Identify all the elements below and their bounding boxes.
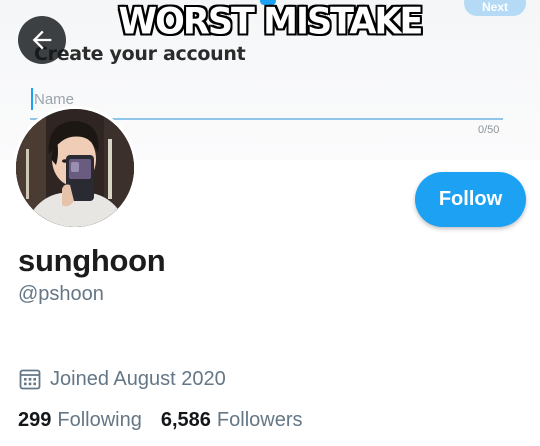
calendar-icon xyxy=(18,367,42,391)
banner-meme-caption: WORST MISTAKE xyxy=(118,1,424,43)
banner-next-button: Next xyxy=(464,0,526,16)
display-name: sunghoon xyxy=(18,243,166,278)
avatar-photo xyxy=(16,109,134,227)
followers-label: Followers xyxy=(216,409,303,431)
followers-count: 6,586 xyxy=(160,409,211,431)
followers-link[interactable]: 6,586 Followers xyxy=(161,409,303,432)
arrow-left-icon xyxy=(32,30,52,50)
user-handle: @pshoon xyxy=(18,283,104,305)
following-label: Following xyxy=(57,409,142,431)
follow-stats: 299 Following 6,586 Followers xyxy=(18,409,303,432)
banner-create-account-title: Create your account xyxy=(34,43,246,65)
banner-text-caret xyxy=(31,88,33,110)
joined-date: Joined August 2020 xyxy=(18,366,226,392)
avatar[interactable] xyxy=(13,106,137,230)
follow-button[interactable]: Follow xyxy=(415,172,526,227)
following-link[interactable]: 299 Following xyxy=(18,409,142,432)
following-count: 299 xyxy=(18,409,52,431)
joined-date-text: Joined August 2020 xyxy=(50,367,226,390)
back-button[interactable] xyxy=(18,16,66,64)
banner-char-counter: 0/50 xyxy=(478,124,500,136)
